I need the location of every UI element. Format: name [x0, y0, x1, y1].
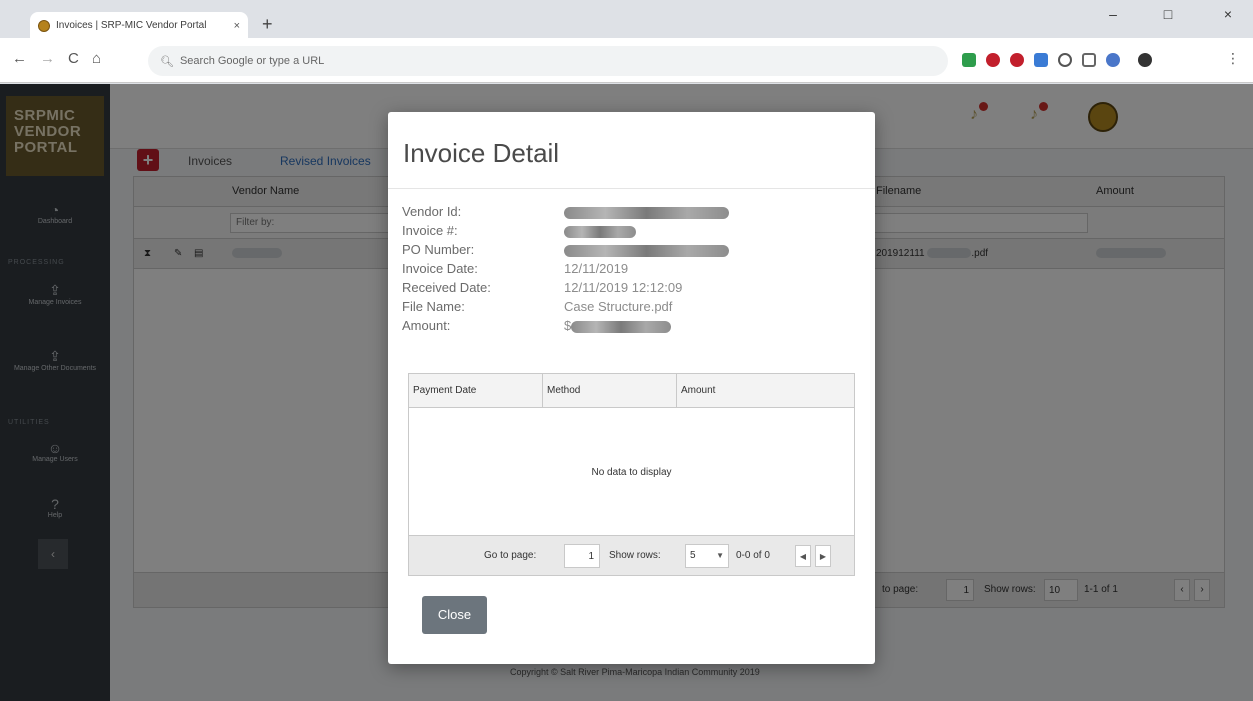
- globe-extension-icon[interactable]: [1106, 53, 1120, 67]
- invoice-number-value: [564, 223, 636, 239]
- minimize-button[interactable]: –: [1093, 6, 1133, 22]
- field-amount: Amount: $: [402, 318, 842, 337]
- go-to-page-label: Go to page:: [484, 550, 537, 561]
- back-button[interactable]: ←: [12, 50, 27, 67]
- reload-button[interactable]: C: [68, 50, 79, 67]
- browser-tab[interactable]: Invoices | SRP-MIC Vendor Portal ×: [30, 12, 248, 39]
- profile-icon[interactable]: [1138, 53, 1152, 67]
- window-extension-icon[interactable]: [1082, 53, 1096, 67]
- favicon-icon: [38, 19, 50, 32]
- address-bar[interactable]: 🔍︎ Search Google or type a URL: [148, 46, 948, 76]
- show-rows-select[interactable]: 5 ▼: [685, 544, 729, 568]
- shield-extension-icon[interactable]: [962, 53, 976, 67]
- address-placeholder: Search Google or type a URL: [179, 55, 325, 67]
- invoice-detail-modal: Invoice Detail Vendor Id: Invoice #: PO …: [388, 112, 875, 664]
- search-icon: 🔍︎: [160, 55, 174, 68]
- amount-value: $: [564, 318, 672, 334]
- maximize-button[interactable]: □: [1148, 6, 1188, 22]
- record-extension-icon[interactable]: [1010, 53, 1024, 67]
- col-payment-amount[interactable]: Amount: [677, 374, 854, 408]
- field-vendor-id: Vendor Id:: [402, 204, 842, 223]
- page-range-text: 0-0 of 0: [736, 550, 770, 561]
- field-po-number: PO Number:: [402, 242, 842, 261]
- field-invoice-date: Invoice Date: 12/11/2019: [402, 261, 629, 276]
- no-data-message: No data to display: [591, 467, 672, 478]
- vendor-id-value: [564, 204, 729, 220]
- tab-title: Invoices | SRP-MIC Vendor Portal: [56, 20, 207, 31]
- file-name-value: Case Structure.pdf: [564, 299, 673, 314]
- field-invoice-number: Invoice #:: [402, 223, 842, 242]
- close-button[interactable]: Close: [422, 596, 487, 634]
- chevron-down-icon: ▼: [716, 551, 724, 560]
- home-button[interactable]: ⌂: [92, 50, 101, 67]
- invoice-fields: Vendor Id: Invoice #: PO Number: Invoice…: [402, 204, 842, 337]
- modal-title: Invoice Detail: [403, 138, 560, 168]
- po-number-value: [564, 242, 729, 258]
- prev-page-button[interactable]: ◀: [795, 545, 811, 567]
- payments-header: Payment Date Method Amount: [409, 374, 854, 408]
- clock-extension-icon[interactable]: [1058, 53, 1072, 67]
- field-received-date: Received Date: 12/11/2019 12:12:09: [402, 280, 683, 295]
- forward-button[interactable]: →: [40, 50, 55, 67]
- new-tab-button[interactable]: +: [262, 15, 273, 33]
- next-page-button[interactable]: ▶: [815, 545, 831, 567]
- field-file-name: File Name: Case Structure.pdf: [402, 299, 673, 314]
- tab-close-icon[interactable]: ×: [234, 20, 240, 32]
- go-to-page-input[interactable]: 1: [564, 544, 600, 568]
- new-extension-icon[interactable]: [1034, 53, 1048, 67]
- payments-grid: Payment Date Method Amount No data to di…: [408, 373, 855, 576]
- menu-kebab-icon[interactable]: ⋮: [1226, 50, 1240, 67]
- invoice-date-value: 12/11/2019: [564, 261, 629, 276]
- show-rows-label: Show rows:: [609, 550, 661, 561]
- browser-toolbar: ← → C ⌂ 🔍︎ Search Google or type a URL ⋮: [0, 38, 1253, 83]
- close-window-button[interactable]: ×: [1208, 6, 1248, 22]
- col-method[interactable]: Method: [543, 374, 677, 408]
- payments-pager: Go to page: 1 Show rows: 5 ▼ 0-0 of 0 ◀ ▶: [409, 535, 854, 575]
- modal-divider: [388, 188, 875, 189]
- ublock-extension-icon[interactable]: [986, 53, 1000, 67]
- received-date-value: 12/11/2019 12:12:09: [564, 280, 683, 295]
- col-payment-date[interactable]: Payment Date: [409, 374, 543, 408]
- browser-tabstrip: Invoices | SRP-MIC Vendor Portal × + – □…: [0, 0, 1253, 39]
